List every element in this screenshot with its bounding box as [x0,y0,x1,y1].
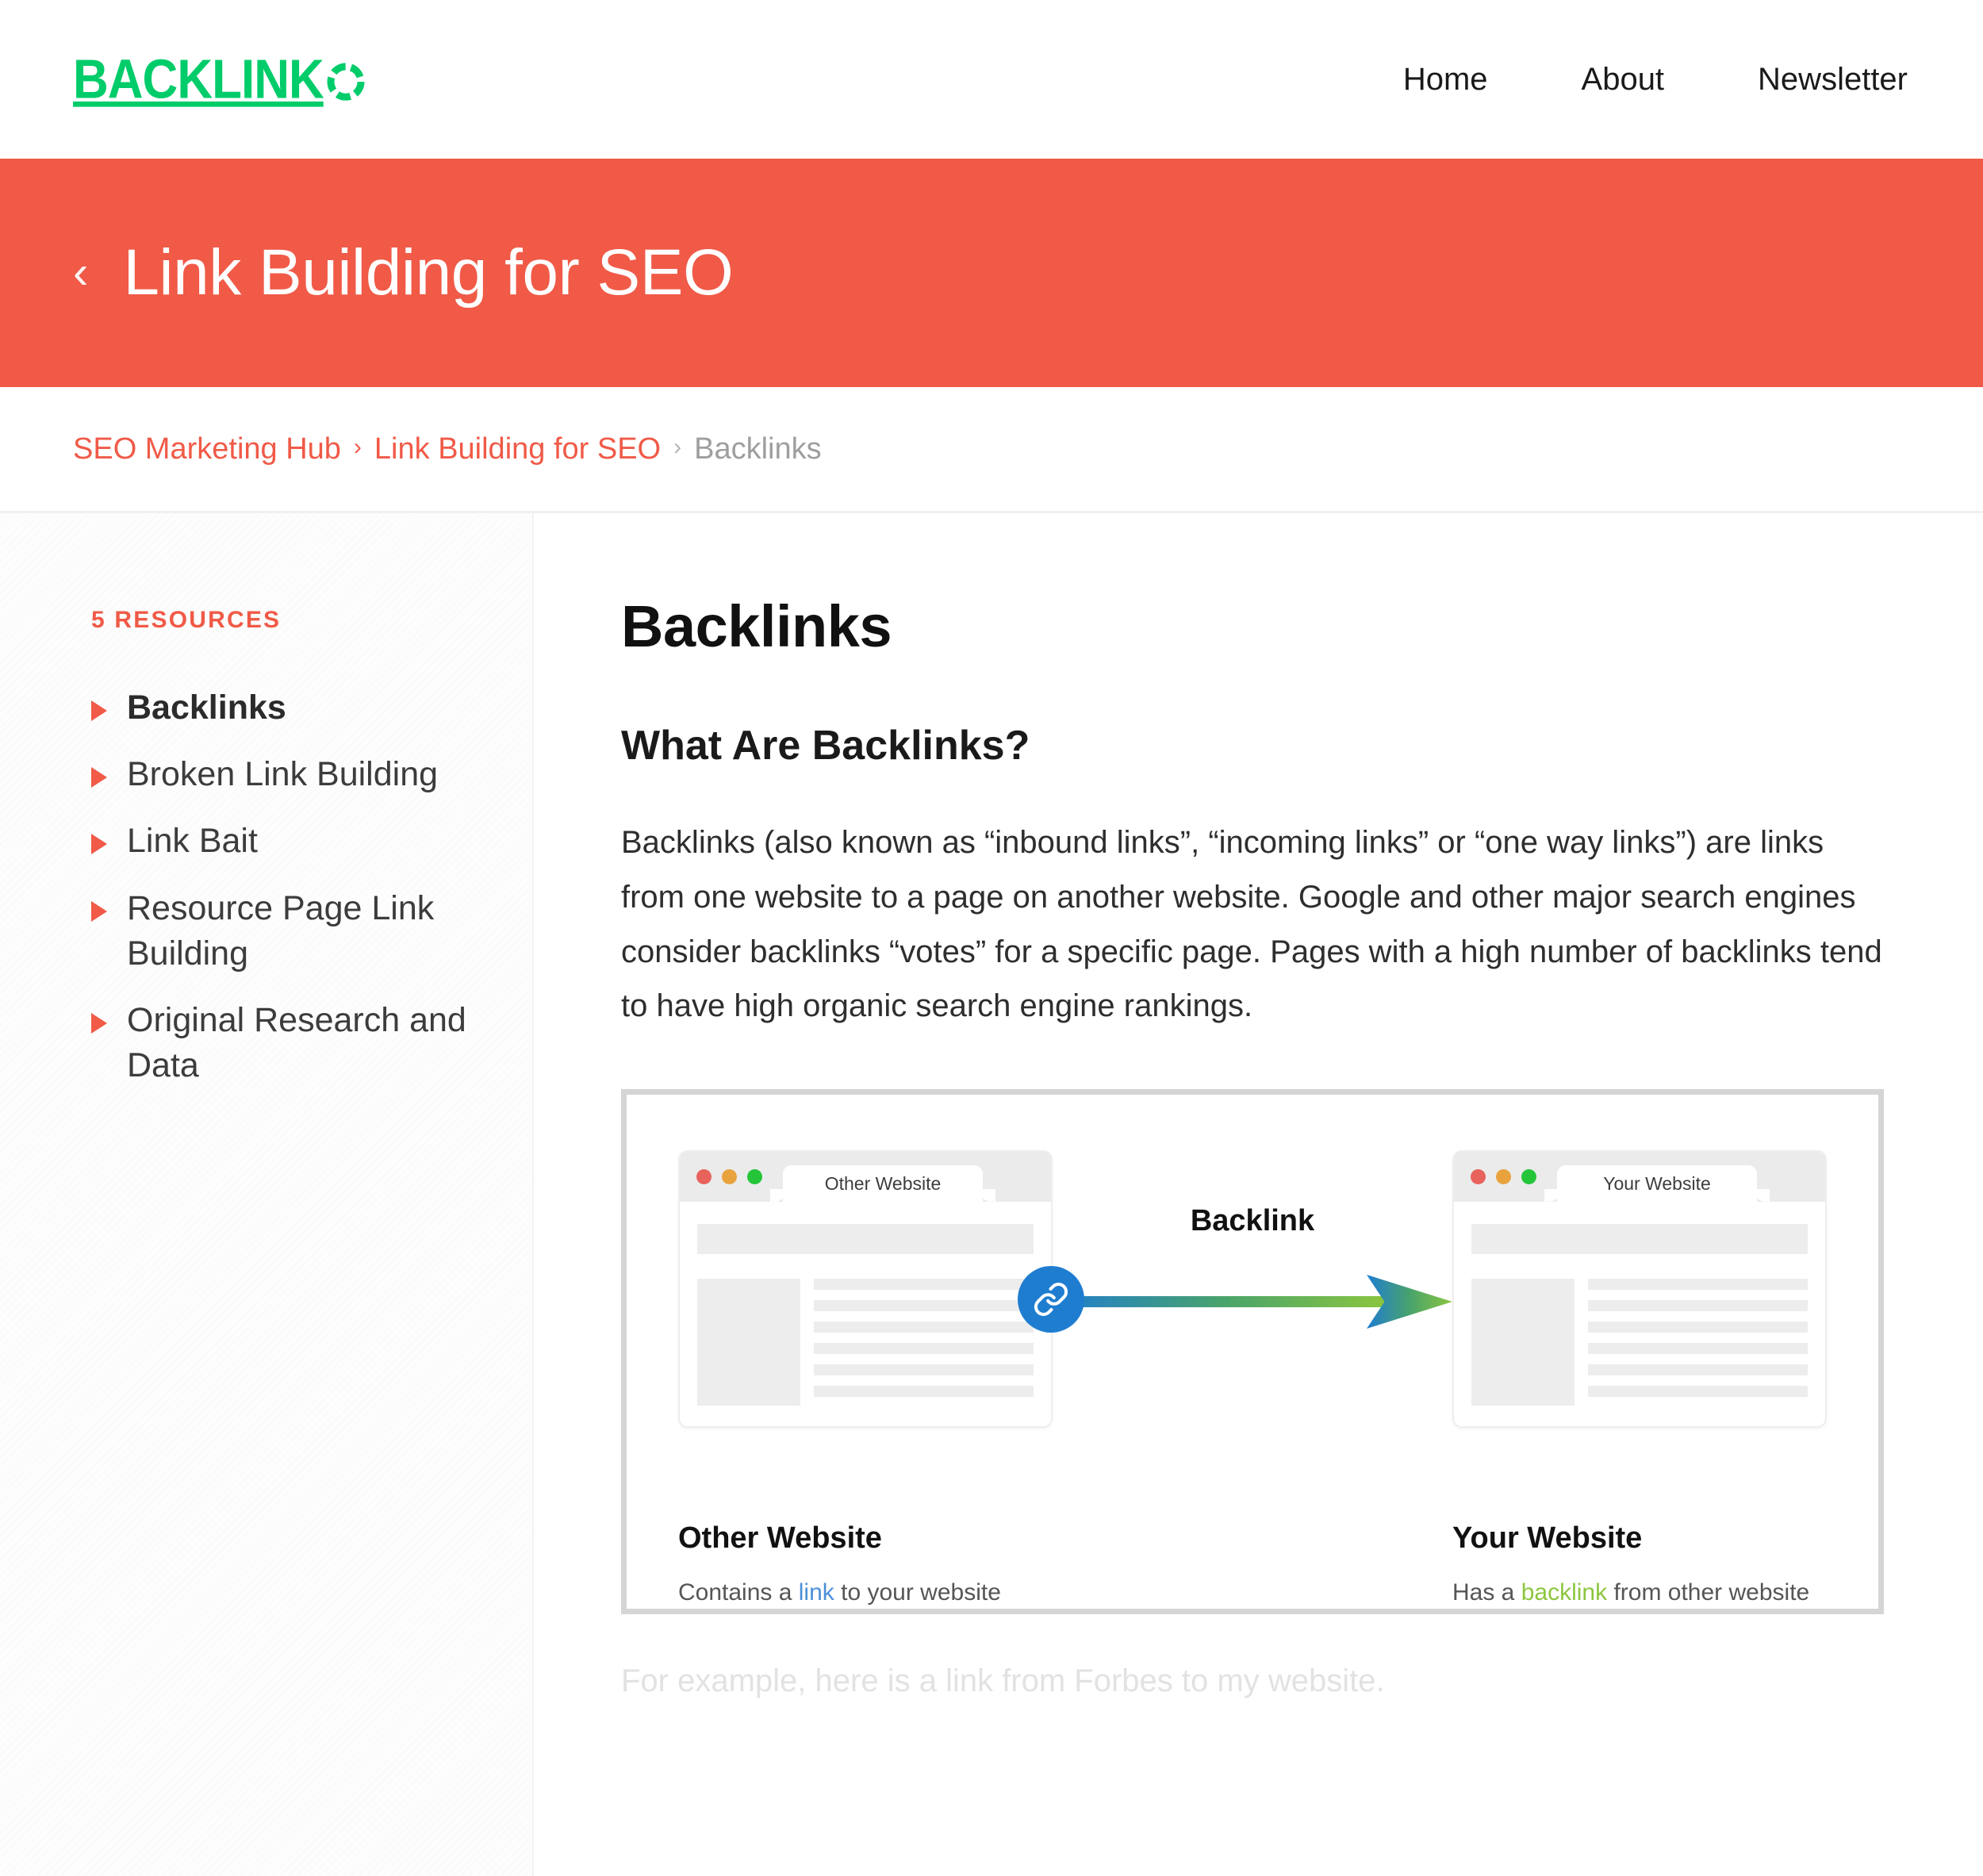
section-heading: What Are Backlinks? [621,723,1030,769]
placeholder-image-block [1471,1279,1575,1406]
arrow-label: Backlink [1190,1204,1315,1238]
site-logo[interactable]: BACKLINK [73,48,366,111]
placeholder-image-block [697,1279,800,1406]
close-dot-icon [696,1169,712,1185]
page-body: 5 RESOURCES Backlinks Broken Link Buildi… [0,513,1983,1876]
triangle-bullet-icon [91,834,107,855]
dashed-circle-o-icon [325,60,366,102]
placeholder-text-lines [1588,1279,1808,1406]
browser-tab-label: Other Website [770,1165,995,1203]
sidebar-item-link-bait[interactable]: Link Bait [91,819,477,864]
placeholder-line [814,1343,1034,1355]
chain-link-icon [1018,1266,1084,1333]
triangle-bullet-icon [91,767,107,788]
browser-mockup-other-website: Other Website [678,1150,1084,1429]
caption-title: Your Website [1452,1521,1643,1556]
sidebar-item-label[interactable]: Broken Link Building [127,752,438,797]
minimize-dot-icon [1496,1169,1511,1185]
window-controls [696,1169,762,1185]
placeholder-text-lines [814,1279,1034,1406]
back-chevron-icon[interactable]: ‹ [73,250,88,296]
caption-prefix: Has a [1452,1579,1521,1606]
sidebar-item-broken-link-building[interactable]: Broken Link Building [91,752,477,797]
sidebar-item-label[interactable]: Resource Page Link Building [127,886,477,976]
sidebar-item-resource-page-link-building[interactable]: Resource Page Link Building [91,886,477,976]
minimize-dot-icon [722,1169,737,1185]
browser-tab-label: Your Website [1544,1165,1770,1203]
browser-titlebar: Your Website [1454,1152,1825,1203]
placeholder-line [814,1386,1034,1398]
placeholder-line [1588,1343,1808,1355]
close-dot-icon [1471,1169,1486,1185]
maximize-dot-icon [747,1169,762,1185]
breadcrumb-item-link-building[interactable]: Link Building for SEO [374,432,661,466]
main-content: Backlinks What Are Backlinks? Backlinks … [534,513,1983,1876]
primary-nav: Home About Newsletter [1403,62,1908,98]
triangle-bullet-icon [91,700,107,721]
placeholder-body [1471,1279,1808,1406]
caption-suffix: from other website [1607,1579,1810,1606]
backlink-diagram: Other Website Backlink Your Website Othe… [621,1089,1884,1615]
banner-title: Link Building for SEO [123,236,734,309]
page-title: Backlinks [621,593,892,659]
sidebar-item-original-research-and-data[interactable]: Original Research and Data [91,998,477,1088]
placeholder-line [1588,1300,1808,1312]
sidebar-item-label[interactable]: Backlinks [127,685,286,731]
resources-sidebar: 5 RESOURCES Backlinks Broken Link Buildi… [0,513,534,1876]
diagram-captions: Other Website Contains a link to your we… [678,1521,1827,1606]
caption-suffix: to your website [834,1579,1001,1606]
site-header: BACKLINK Home About Newsletter [0,0,1983,159]
browser-mockup-your-website: Your Website [1452,1150,1827,1429]
placeholder-line [814,1279,1034,1291]
browser-page-placeholder [1454,1202,1825,1406]
placeholder-line [814,1364,1034,1376]
diagram-browsers-row: Other Website Backlink Your Website [678,1150,1827,1429]
placeholder-line [1588,1322,1808,1333]
backlink-arrow-zone: Backlink [1053,1150,1452,1428]
placeholder-line [814,1300,1034,1312]
placeholder-line [1588,1279,1808,1291]
logo-text: BACKLINK [73,48,324,110]
breadcrumb-separator-icon: › [673,434,682,460]
breadcrumb-separator-icon: › [353,434,362,460]
placeholder-line [1588,1386,1808,1398]
resources-list: Backlinks Broken Link Building Link Bait… [91,685,477,1088]
triangle-bullet-icon [91,1012,107,1034]
caption-your-website: Your Website Has a backlink from other w… [1452,1521,1827,1606]
breadcrumb: SEO Marketing Hub › Link Building for SE… [0,387,1983,513]
browser-page-placeholder [680,1202,1051,1406]
body-paragraph: Backlinks (also known as “inbound links”… [621,825,1882,1024]
triangle-bullet-icon [91,900,107,922]
footer-note: For example, here is a link from Forbes … [621,1663,1385,1699]
page-banner: ‹ Link Building for SEO [0,159,1983,387]
window-controls [1471,1169,1536,1185]
caption-subtitle: Contains a link to your website [678,1579,1053,1606]
sidebar-heading: 5 RESOURCES [91,607,282,633]
browser-titlebar: Other Website [680,1152,1051,1203]
maximize-dot-icon [1521,1169,1536,1185]
breadcrumb-item-hub[interactable]: SEO Marketing Hub [73,432,341,466]
placeholder-line [1588,1364,1808,1376]
caption-title: Other Website [678,1521,882,1556]
nav-item-about[interactable]: About [1582,62,1665,98]
sidebar-item-backlinks[interactable]: Backlinks [91,685,477,731]
sidebar-item-label[interactable]: Original Research and Data [127,998,477,1088]
sidebar-item-label[interactable]: Link Bait [127,819,258,864]
caption-highlight-link: link [798,1579,834,1606]
backlink-arrow-icon [1053,1275,1452,1329]
caption-prefix: Contains a [678,1579,799,1606]
breadcrumb-item-current: Backlinks [694,432,822,466]
nav-item-home[interactable]: Home [1403,62,1488,98]
caption-other-website: Other Website Contains a link to your we… [678,1521,1053,1606]
placeholder-line [814,1322,1034,1333]
nav-item-newsletter[interactable]: Newsletter [1758,62,1908,98]
placeholder-body [697,1279,1034,1406]
caption-subtitle: Has a backlink from other website [1452,1579,1827,1606]
caption-highlight-backlink: backlink [1521,1579,1608,1606]
placeholder-title-bar [1471,1224,1808,1255]
placeholder-title-bar [697,1224,1034,1255]
